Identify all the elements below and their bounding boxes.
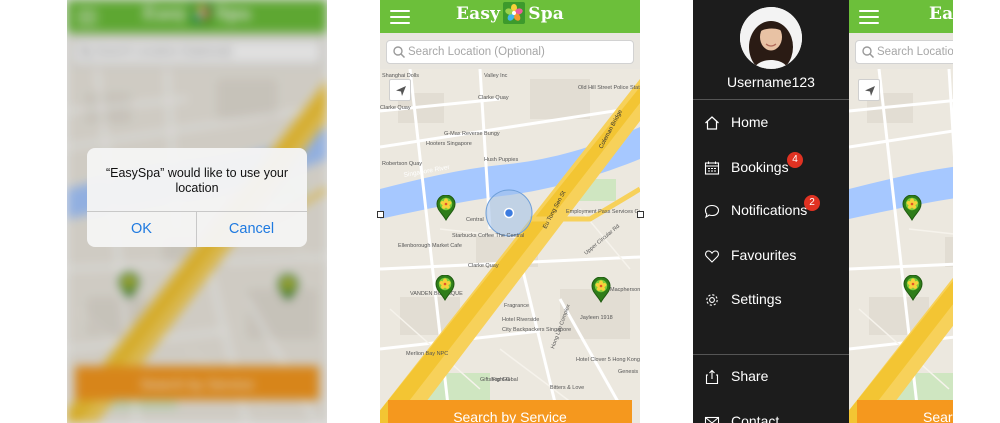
map-label: Ellenborough Market Cafe xyxy=(398,243,462,249)
map-label: Fragrance xyxy=(504,303,529,309)
search-area: Search Location xyxy=(849,33,953,69)
calendar-icon xyxy=(704,161,720,175)
map-label: Jayleen 1918 xyxy=(580,315,613,321)
share-icon xyxy=(705,369,719,385)
menu-label: Home xyxy=(731,114,769,130)
spa-marker-icon[interactable] xyxy=(903,275,923,301)
screen-map: Easy Spa Search Location (Optional) Shang… xyxy=(380,0,640,423)
bookings-count-badge: 4 xyxy=(787,152,803,168)
search-icon xyxy=(392,45,406,59)
search-placeholder: Search Location xyxy=(877,46,953,58)
gear-icon xyxy=(706,294,718,306)
map-label: Clarke Quay xyxy=(478,95,509,101)
my-location-button[interactable] xyxy=(389,79,411,101)
spa-flower-logo-icon xyxy=(503,2,525,24)
search-by-service-button[interactable]: Search by Service xyxy=(388,400,632,423)
heart-icon xyxy=(705,250,719,263)
map-label: Robertson Quay xyxy=(382,161,422,167)
map-label: Old Hill Street Police Station xyxy=(578,85,640,91)
menu-item-favourites[interactable]: Favourites xyxy=(693,236,849,276)
menu-label: Settings xyxy=(731,291,782,307)
map-label: Starbucks Coffee The Central xyxy=(452,233,524,239)
map-background: Shanghai Dolls Valley IncOld Hill Street … xyxy=(380,69,640,423)
menu-item-settings[interactable]: Settings xyxy=(693,280,849,320)
menu-label: Favourites xyxy=(731,247,797,263)
menu-label: Bookings xyxy=(731,159,789,175)
map-label: Valley Inc xyxy=(484,73,508,79)
search-by-service-button[interactable]: Search xyxy=(857,400,953,423)
spa-marker-icon[interactable] xyxy=(436,195,456,221)
spa-marker-icon[interactable] xyxy=(902,195,922,221)
map-label: Bitters & Love xyxy=(550,385,584,391)
my-location-button[interactable] xyxy=(858,79,880,101)
app-brand: Easy xyxy=(929,4,953,24)
spa-marker-icon[interactable] xyxy=(435,275,455,301)
map-label: Clarke Quay xyxy=(468,263,499,269)
map-label: Hotel Riverside xyxy=(502,317,539,323)
cancel-button[interactable]: Cancel xyxy=(197,211,306,247)
side-drawer: Username123 Home Bookings 4 Notification… xyxy=(693,0,849,423)
top-bar: Easy Spa xyxy=(380,0,640,33)
brand-left: Easy xyxy=(929,4,953,24)
partial-map-screen: Easy Search Location Search xyxy=(849,0,953,423)
drawer-divider xyxy=(693,99,849,100)
brand-left: Easy xyxy=(455,4,501,24)
menu-item-notifications[interactable]: Notifications 2 xyxy=(693,191,849,231)
menu-icon[interactable] xyxy=(859,10,879,24)
home-icon xyxy=(705,116,719,130)
envelope-icon xyxy=(704,416,720,423)
map-label: Clarke Quay xyxy=(380,105,411,111)
location-arrow-icon xyxy=(859,80,881,102)
menu-label: Contact xyxy=(731,413,780,423)
map-label: Macpherson Barbeque Seafood xyxy=(610,287,640,293)
map-label: Fight G xyxy=(492,377,510,383)
map-label: Central xyxy=(466,217,484,223)
map-label: Hush Puppies xyxy=(484,157,518,163)
notifications-count-badge: 2 xyxy=(804,195,820,211)
map-view[interactable] xyxy=(849,69,953,423)
search-icon xyxy=(861,45,875,59)
screen-side-drawer: Easy Search Location Search xyxy=(693,0,953,423)
avatar[interactable] xyxy=(740,7,802,69)
spa-marker-icon[interactable] xyxy=(591,277,611,303)
menu-label: Share xyxy=(731,368,769,384)
map-label: Genesis xyxy=(618,369,638,375)
menu-item-bookings[interactable]: Bookings 4 xyxy=(693,148,849,188)
alert-message: “EasySpa” would like to use your locatio… xyxy=(105,166,289,195)
top-bar: Easy xyxy=(849,0,953,33)
location-arrow-icon xyxy=(390,80,412,102)
menu-label: Notifications xyxy=(731,202,808,218)
map-label: Employment Pass Services Centre xyxy=(566,209,640,215)
location-permission-alert: “EasySpa” would like to use your locatio… xyxy=(87,148,307,247)
map-label: G-Max Reverse Bungy xyxy=(444,131,500,137)
map-background xyxy=(849,69,953,423)
search-area: Search Location (Optional) xyxy=(380,33,640,69)
cta-label: Search by Service xyxy=(453,409,567,423)
menu-item-share[interactable]: Share xyxy=(693,357,849,397)
cta-label: Search xyxy=(923,409,953,423)
app-brand: Easy Spa xyxy=(380,4,640,24)
selection-handle xyxy=(377,211,384,218)
drawer-divider xyxy=(693,354,849,355)
brand-right: Spa xyxy=(528,4,564,24)
map-label: Merlion Bay NPC xyxy=(406,351,448,357)
selection-handle xyxy=(637,211,644,218)
screen-location-permission: Easy Spa Search Location (Optional) Searc… xyxy=(67,0,327,423)
ok-button[interactable]: OK xyxy=(87,211,196,247)
speech-bubble-icon xyxy=(704,204,720,219)
search-input[interactable]: Search Location (Optional) xyxy=(386,40,634,64)
map-view[interactable]: Shanghai Dolls Valley Inc Old Hill Street … xyxy=(380,69,640,423)
profile-photo-icon xyxy=(740,7,802,69)
username: Username123 xyxy=(727,74,815,90)
menu-item-home[interactable]: Home xyxy=(693,103,849,143)
menu-item-contact[interactable]: Contact xyxy=(693,402,849,423)
map-label: Hotel Clover 5 Hong Kong Street xyxy=(576,357,640,363)
search-placeholder: Search Location (Optional) xyxy=(408,46,545,58)
map-label: Hooters Singapore xyxy=(426,141,472,147)
search-input[interactable]: Search Location xyxy=(855,40,953,64)
